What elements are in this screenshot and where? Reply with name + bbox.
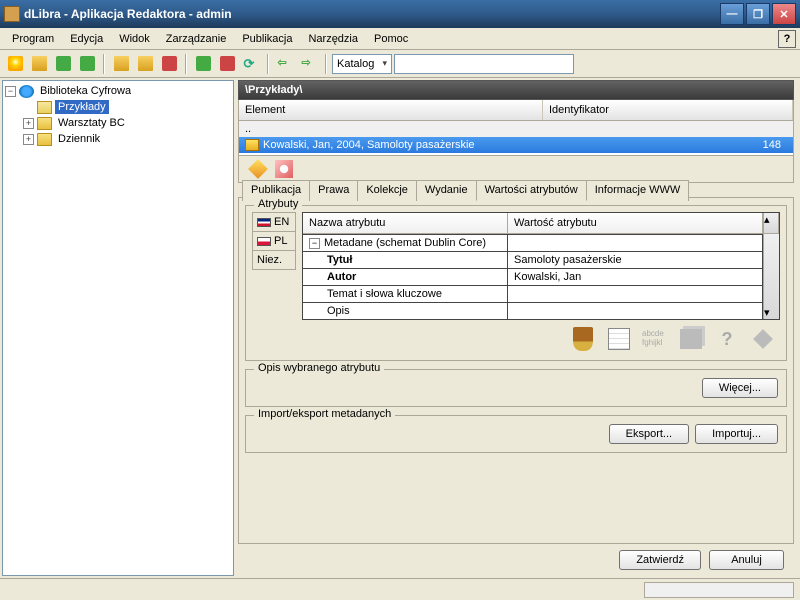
anuluj-button[interactable]: Anuluj [709,550,784,570]
mini-diamond-icon[interactable] [249,160,267,178]
wiecej-button[interactable]: Więcej... [702,378,778,398]
flag-en-icon [257,218,271,227]
window-title: dLibra - Aplikacja Redaktora - admin [24,7,720,21]
attr-row-tytul[interactable]: Tytuł Samoloty pasażerskie [303,251,763,268]
menu-widok[interactable]: Widok [111,30,158,48]
attr-row-autor[interactable]: Autor Kowalski, Jan [303,268,763,285]
menu-program[interactable]: Program [4,30,62,48]
menu-zarzadzanie[interactable]: Zarządzanie [158,30,235,48]
folder-icon [245,139,259,151]
zatwierdz-button[interactable]: Zatwierdź [619,550,701,570]
toolbar-delete[interactable] [158,53,180,75]
mini-toolbar [238,156,794,183]
folder-icon [37,133,52,146]
toolbar-catalog-combo[interactable]: Katalog [332,54,392,74]
list-row-parent[interactable]: .. [239,121,793,137]
fieldset-atrybuty: Atrybuty EN PL Niez. Nazwa atrybutu Wart… [245,205,787,361]
toolbar-new-1[interactable] [4,53,26,75]
list-header: Element Identyfikator [238,100,794,121]
app-icon [4,6,20,22]
folder-icon [37,117,52,130]
mini-cancel-icon[interactable] [275,160,293,178]
fieldset-import: Import/eksport metadanych Eksport... Imp… [245,415,787,453]
menu-edycja[interactable]: Edycja [62,30,111,48]
tab-atrybuty[interactable]: Wartości atrybutów [476,180,587,201]
list-row-selected[interactable]: Kowalski, Jan, 2004, Samoloty pasażerski… [239,137,793,153]
path-bar: \Przykłady\ [238,80,794,100]
status-bar [0,578,800,600]
text-icon[interactable]: abcde fghijkl [642,326,668,352]
langtab-pl[interactable]: PL [252,231,296,251]
attr-row-opis[interactable]: Opis [303,302,763,319]
menu-publikacja[interactable]: Publikacja [234,30,300,48]
minimize-button[interactable]: ― [720,3,744,25]
toolbar-btn-6[interactable] [134,53,156,75]
toolbar-new-2[interactable] [28,53,50,75]
tree-item-przyklady[interactable]: Przykłady [23,99,231,115]
toolbar-btn-8[interactable] [192,53,214,75]
toolbar-new-4[interactable] [76,53,98,75]
langtab-niez[interactable]: Niez. [252,250,296,270]
menu-narzedzia[interactable]: Narzędzia [300,30,366,48]
toolbar: ⟳ ⇦ ⇨ Katalog [0,50,800,78]
attr-col-value: Wartość atrybutu [508,213,763,234]
sidebar-tree[interactable]: − Biblioteka Cyfrowa Przykłady + Warszta… [2,80,234,576]
tab-wydanie[interactable]: Wydanie [416,180,477,201]
tab-www[interactable]: Informacje WWW [586,180,690,201]
tree-item-warsztaty[interactable]: + Warsztaty BC [23,115,231,131]
status-well [644,582,794,598]
table-icon[interactable] [606,326,632,352]
tree-collapse-icon[interactable]: − [5,86,16,97]
diamond-icon[interactable] [750,326,776,352]
tab-prawa[interactable]: Prawa [309,180,358,201]
question-icon[interactable]: ? [714,326,740,352]
scrollbar[interactable]: ▾ [763,234,779,319]
tree-expand-icon[interactable]: + [23,134,34,145]
tree-item-dziennik[interactable]: + Dziennik [23,131,231,147]
importuj-button[interactable]: Importuj... [695,424,778,444]
flag-pl-icon [257,237,271,246]
attr-row-temat[interactable]: Temat i słowa kluczowe [303,285,763,302]
broom-icon[interactable] [570,326,596,352]
folder-open-icon [37,101,52,114]
tree-expand-icon[interactable]: + [23,118,34,129]
title-bar: dLibra - Aplikacja Redaktora - admin ― ❐… [0,0,800,28]
maximize-button[interactable]: ❐ [746,3,770,25]
globe-icon [19,85,34,98]
toolbar-new-3[interactable] [52,53,74,75]
toolbar-forward[interactable]: ⇨ [298,53,320,75]
tab-kolekcje[interactable]: Kolekcje [357,180,417,201]
attribute-table[interactable]: Nazwa atrybutu Wartość atrybutu ▴ −Metad… [302,212,780,320]
fieldset-opis: Opis wybranego atrybutu Więcej... [245,369,787,407]
help-icon[interactable]: ? [778,30,796,48]
langtab-en[interactable]: EN [252,212,296,232]
attr-col-name: Nazwa atrybutu [303,213,508,234]
toolbar-back[interactable]: ⇦ [274,53,296,75]
list-body[interactable]: .. Kowalski, Jan, 2004, Samoloty pasażer… [238,121,794,156]
tree-root[interactable]: − Biblioteka Cyfrowa [5,83,231,99]
close-button[interactable]: ✕ [772,3,796,25]
col-element[interactable]: Element [239,100,543,120]
attr-row-group[interactable]: −Metadane (schemat Dublin Core) [303,234,763,251]
menu-bar: Program Edycja Widok Zarządzanie Publika… [0,28,800,50]
stack-icon[interactable] [678,326,704,352]
col-identyfikator[interactable]: Identyfikator [543,100,793,120]
tab-pane: Publikacja Prawa Kolekcje Wydanie Wartoś… [238,197,794,544]
toolbar-search-input[interactable] [394,54,574,74]
toolbar-btn-9[interactable] [216,53,238,75]
toolbar-refresh[interactable]: ⟳ [240,53,262,75]
menu-pomoc[interactable]: Pomoc [366,30,416,48]
eksport-button[interactable]: Eksport... [609,424,689,444]
toolbar-btn-5[interactable] [110,53,132,75]
